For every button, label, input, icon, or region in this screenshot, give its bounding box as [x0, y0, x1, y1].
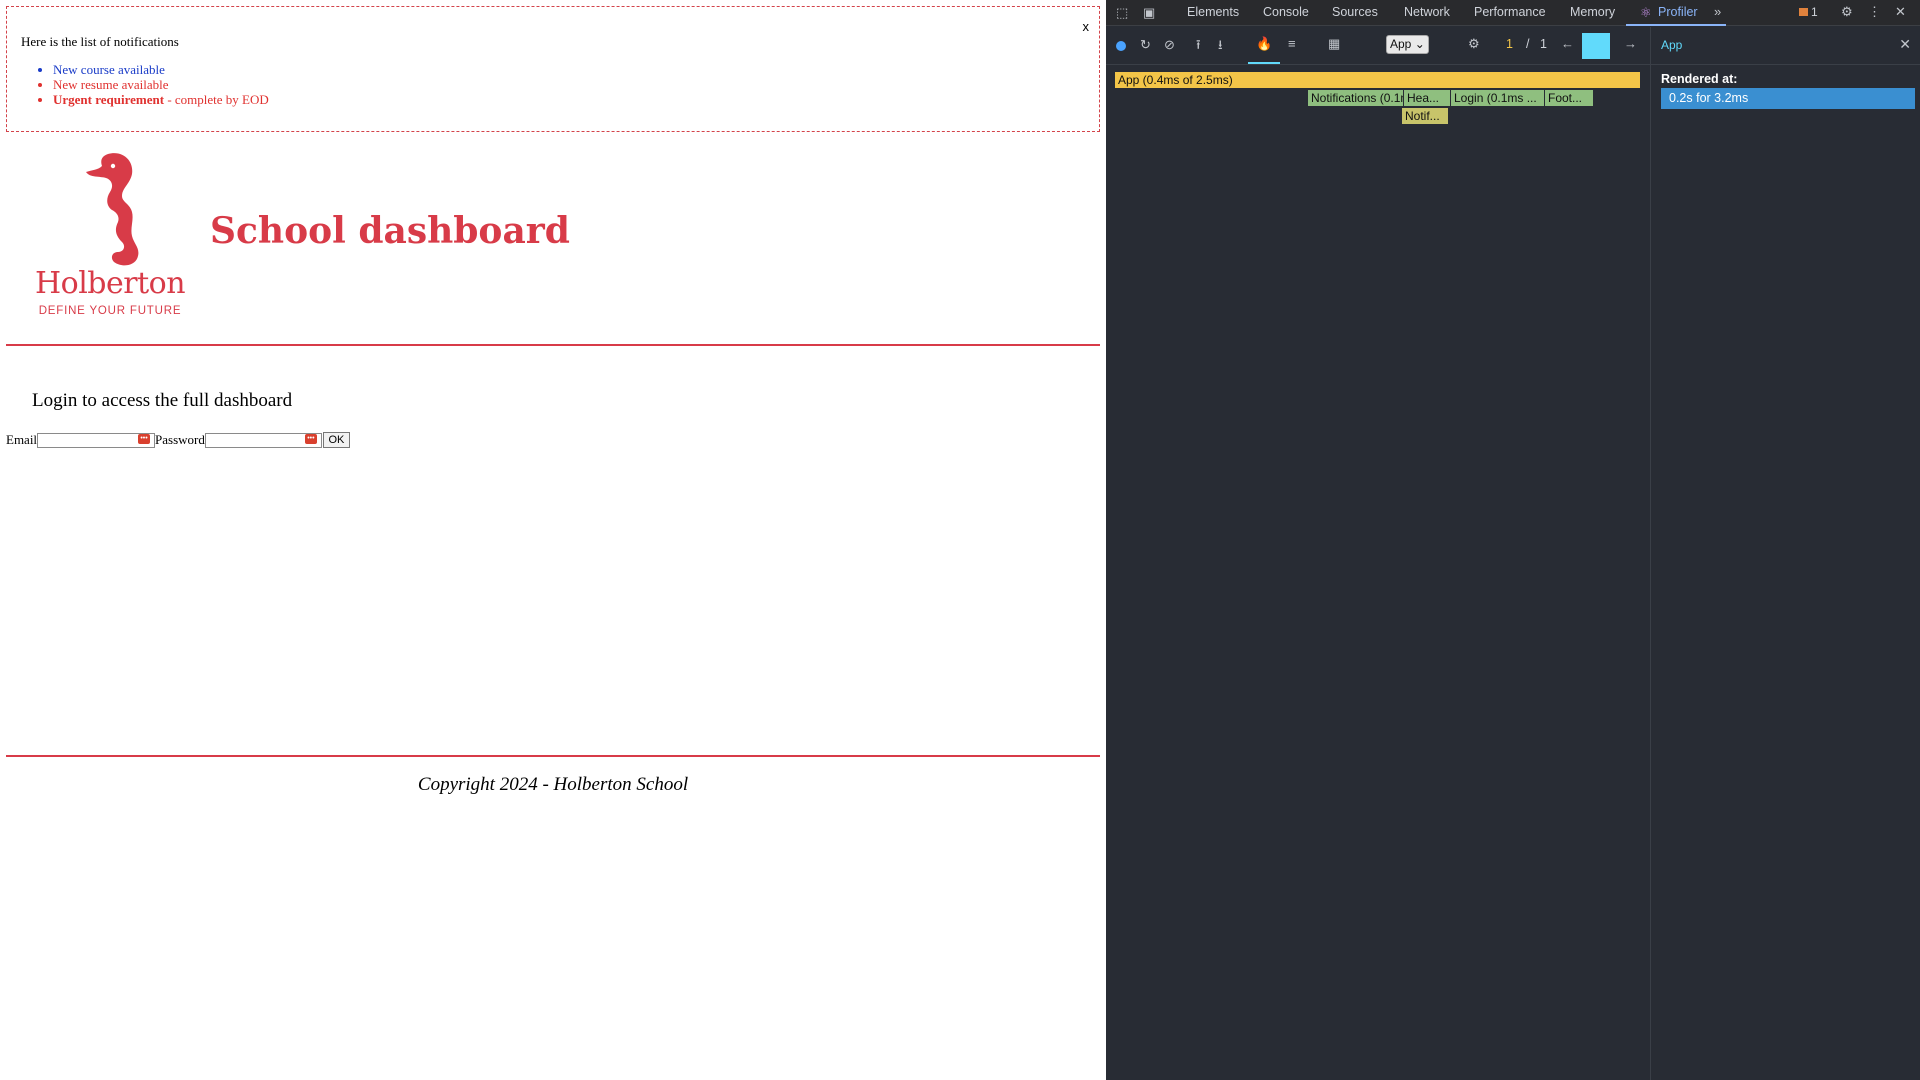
clear-profile-icon[interactable]: ⊘ — [1164, 37, 1175, 53]
tab-network[interactable]: Network — [1404, 5, 1450, 19]
download-icon[interactable]: ⭳ — [1218, 36, 1223, 58]
next-commit-icon[interactable]: → — [1624, 36, 1637, 51]
notification-item[interactable]: New resume available — [53, 77, 269, 92]
root-selector-value: App — [1390, 37, 1412, 51]
password-manager-icon[interactable]: ••• — [304, 433, 317, 444]
commit-bar[interactable] — [1582, 33, 1610, 59]
holberton-logo: Holberton DEFINE YOUR FUTURE — [30, 148, 190, 323]
settings-gear-icon[interactable]: ⚙ — [1841, 4, 1853, 20]
sidebar-header: App ✕ — [1651, 27, 1920, 65]
commit-separator: / — [1526, 37, 1530, 51]
rendered-at-label: Rendered at: — [1661, 72, 1738, 86]
flame-bar-notification-item[interactable]: Notif... — [1402, 108, 1449, 124]
tab-profiler[interactable]: Profiler — [1658, 5, 1698, 19]
rendered-at-item[interactable]: 0.2s for 3.2ms — [1661, 88, 1915, 109]
ok-button[interactable]: OK — [322, 432, 350, 448]
notification-item[interactable]: New course available — [53, 62, 269, 77]
login-title: Login to access the full dashboard — [32, 390, 293, 411]
notification-item[interactable]: Urgent requirement - complete by EOD — [53, 92, 269, 107]
notifications-panel: x Here is the list of notifications New … — [6, 6, 1100, 132]
device-toolbar-icon[interactable]: ▣ — [1143, 5, 1155, 21]
footer-copyright: Copyright 2024 - Holberton School — [417, 774, 689, 795]
notifications-list: New course available New resume availabl… — [53, 62, 269, 107]
notifications-title: Here is the list of notifications — [21, 34, 179, 49]
flame-bar-app[interactable]: App (0.4ms of 2.5ms) — [1115, 72, 1641, 88]
password-label: Password — [155, 432, 205, 447]
reload-profile-icon[interactable]: ↻ — [1140, 37, 1151, 53]
tab-memory[interactable]: Memory — [1570, 5, 1615, 19]
flame-bar-login[interactable]: Login (0.1ms ... — [1451, 90, 1545, 106]
password-field-wrap: ••• — [204, 432, 322, 449]
root-selector[interactable]: App ⌄ — [1386, 35, 1429, 54]
page-title: School dashboard — [210, 210, 570, 252]
logo-tagline: DEFINE YOUR FUTURE — [38, 305, 182, 317]
tab-console[interactable]: Console — [1263, 5, 1309, 19]
profiler-sidebar: App ✕ Rendered at: 0.2s for 3.2ms — [1650, 27, 1920, 1080]
urgent-detail: - complete by EOD — [164, 92, 269, 107]
tab-elements[interactable]: Elements — [1187, 5, 1239, 19]
more-tabs-icon[interactable]: » — [1714, 4, 1721, 19]
timeline-icon[interactable]: ▦ — [1328, 36, 1340, 52]
close-devtools-icon[interactable]: ✕ — [1895, 4, 1906, 20]
active-tab-indicator — [1626, 24, 1726, 26]
tab-sources[interactable]: Sources — [1332, 5, 1378, 19]
issues-badge[interactable]: 1 — [1799, 5, 1818, 19]
login-form: Email ••• Password ••• OK — [6, 432, 350, 449]
prev-commit-icon[interactable]: ← — [1561, 36, 1574, 51]
urgent-label: Urgent requirement — [53, 92, 165, 107]
email-label: Email — [6, 432, 38, 447]
kebab-menu-icon[interactable]: ⋮ — [1868, 4, 1881, 20]
app-page: x Here is the list of notifications New … — [0, 0, 1106, 1080]
upload-icon[interactable]: ⭱ — [1196, 36, 1201, 58]
ranked-chart-icon[interactable]: ≡ — [1288, 36, 1296, 51]
flame-bar-footer[interactable]: Foot... — [1545, 90, 1594, 106]
react-icon: ⚛ — [1640, 5, 1652, 20]
profiler-settings-icon[interactable]: ⚙ — [1468, 36, 1480, 52]
flamegraph: App (0.4ms of 2.5ms) Notifications (0.1m… — [1106, 66, 1650, 1080]
seahorse-icon — [86, 153, 139, 266]
tab-performance[interactable]: Performance — [1474, 5, 1546, 19]
devtools-tabbar: ⬚ ▣ Elements Console Sources Network Per… — [1106, 0, 1920, 26]
selected-component-title: App — [1661, 38, 1683, 52]
issues-count: 1 — [1811, 5, 1818, 19]
profiler-toolbar: ↻ ⊘ ⭱ ⭳ 🔥 ≡ ▦ App ⌄ ⚙ 1 / 1 ← → — [1106, 27, 1650, 65]
record-icon[interactable] — [1116, 41, 1126, 51]
footer-divider — [6, 755, 1100, 757]
issue-icon — [1799, 8, 1808, 16]
close-sidebar-icon[interactable]: ✕ — [1899, 36, 1911, 53]
password-manager-icon[interactable]: ••• — [138, 433, 151, 444]
flame-bar-notifications[interactable]: Notifications (0.1ms o... — [1308, 90, 1404, 106]
commit-total: 1 — [1540, 37, 1547, 51]
flamegraph-icon[interactable]: 🔥 — [1256, 36, 1272, 52]
header-divider — [6, 344, 1100, 346]
active-view-indicator — [1248, 62, 1280, 64]
commit-current: 1 — [1506, 37, 1513, 51]
close-notifications-button[interactable]: x — [1083, 19, 1090, 34]
flame-bar-header[interactable]: Hea... — [1404, 90, 1451, 106]
inspect-element-icon[interactable]: ⬚ — [1116, 5, 1128, 21]
devtools-panel: ⬚ ▣ Elements Console Sources Network Per… — [1106, 0, 1920, 1080]
email-field-wrap: ••• — [37, 432, 156, 449]
logo-wordmark: Holberton — [34, 266, 186, 301]
